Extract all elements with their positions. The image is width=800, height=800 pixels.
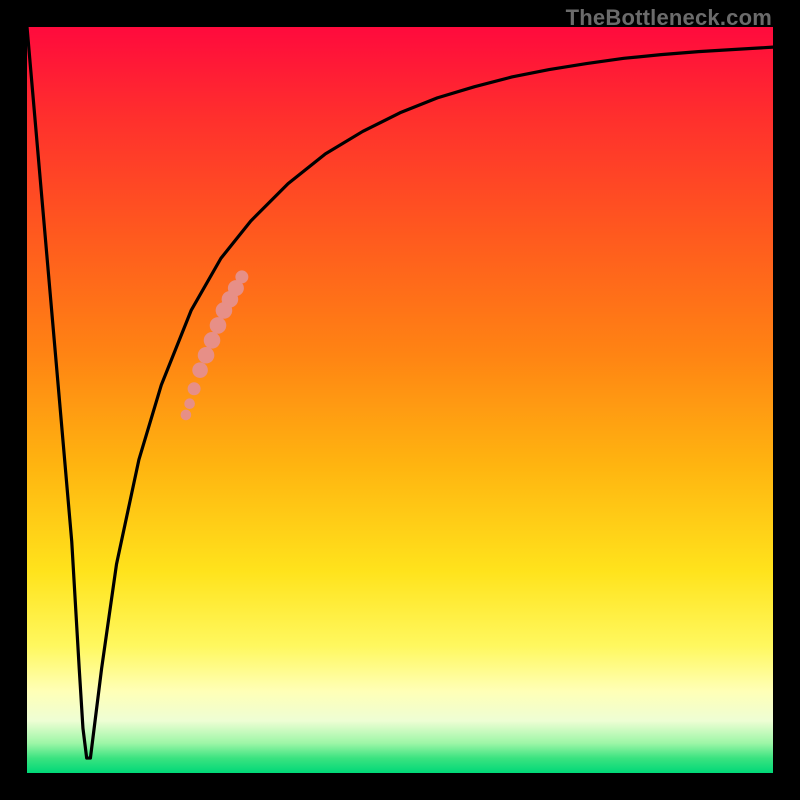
chart-svg: [27, 27, 773, 773]
highlight-dot: [204, 332, 221, 349]
highlight-dot: [235, 270, 248, 283]
highlight-points: [181, 270, 249, 420]
highlight-dot: [210, 317, 227, 334]
highlight-dot: [192, 362, 208, 378]
highlight-dot: [198, 347, 215, 364]
bottleneck-curve: [27, 27, 773, 758]
plot-area: [27, 27, 773, 773]
chart-container: TheBottleneck.com: [0, 0, 800, 800]
highlight-dot: [181, 410, 192, 421]
highlight-dot: [184, 398, 195, 409]
highlight-dot: [188, 382, 201, 395]
